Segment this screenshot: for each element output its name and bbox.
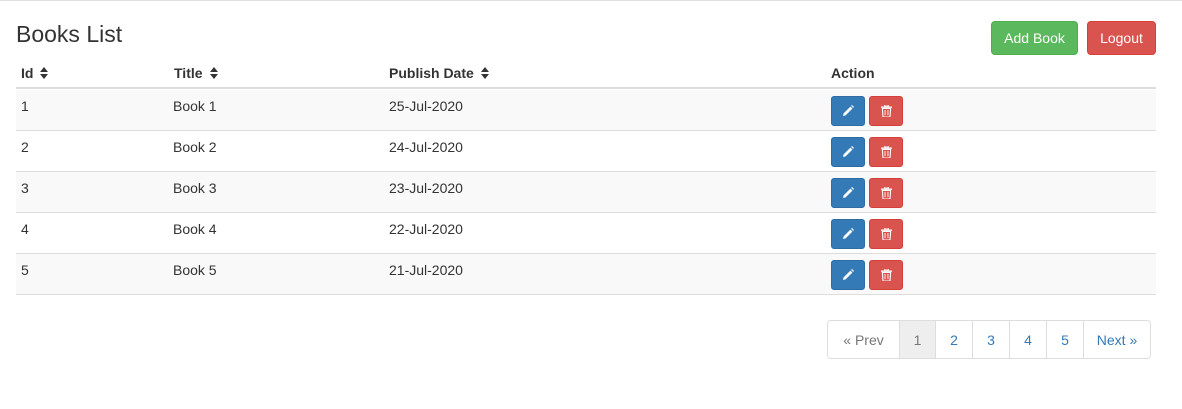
pagination: « Prev 1 2 3 4 5 Next » — [827, 320, 1151, 359]
trash-icon — [880, 146, 892, 158]
prev-page-link[interactable]: « Prev — [828, 321, 899, 358]
cell-title: Book 2 — [173, 139, 217, 155]
delete-button[interactable] — [869, 219, 903, 249]
edit-button[interactable] — [831, 260, 865, 290]
cell-title: Book 5 — [173, 262, 217, 278]
column-header-publish-date[interactable]: Publish Date — [389, 65, 490, 81]
table-row: 1 Book 1 25-Jul-2020 — [16, 90, 1156, 131]
cell-title: Book 3 — [173, 180, 217, 196]
cell-publish-date: 25-Jul-2020 — [389, 98, 463, 114]
table-header: Id Title Publish Date Action — [16, 56, 1156, 89]
page-title: Books List — [16, 21, 123, 47]
table-row: 3 Book 3 23-Jul-2020 — [16, 172, 1156, 213]
sort-icon[interactable] — [209, 67, 219, 79]
cell-publish-date: 21-Jul-2020 — [389, 262, 463, 278]
table-row: 2 Book 2 24-Jul-2020 — [16, 131, 1156, 172]
cell-id: 3 — [21, 180, 29, 196]
pencil-icon — [842, 228, 854, 240]
cell-title: Book 1 — [173, 98, 217, 114]
top-border — [0, 0, 1182, 1]
trash-icon — [880, 228, 892, 240]
cell-publish-date: 23-Jul-2020 — [389, 180, 463, 196]
column-header-title[interactable]: Title — [174, 65, 219, 81]
edit-button[interactable] — [831, 96, 865, 126]
trash-icon — [880, 269, 892, 281]
page-link-1[interactable]: 1 — [899, 321, 935, 358]
logout-button[interactable]: Logout — [1087, 21, 1156, 55]
column-header-label: Publish Date — [389, 65, 474, 81]
cell-id: 2 — [21, 139, 29, 155]
column-header-label: Title — [174, 65, 203, 81]
table-row: 4 Book 4 22-Jul-2020 — [16, 213, 1156, 254]
page-link-2[interactable]: 2 — [935, 321, 972, 358]
pencil-icon — [842, 187, 854, 199]
next-page-link[interactable]: Next » — [1083, 321, 1150, 358]
sort-icon[interactable] — [40, 67, 49, 79]
edit-button[interactable] — [831, 178, 865, 208]
cell-title: Book 4 — [173, 221, 217, 237]
pencil-icon — [842, 146, 854, 158]
pencil-icon — [842, 105, 854, 117]
delete-button[interactable] — [869, 178, 903, 208]
column-header-id[interactable]: Id — [21, 65, 49, 81]
cell-id: 4 — [21, 221, 29, 237]
add-book-button[interactable]: Add Book — [991, 21, 1078, 55]
page-link-3[interactable]: 3 — [972, 321, 1009, 358]
column-header-label: Id — [21, 65, 34, 81]
cell-publish-date: 24-Jul-2020 — [389, 139, 463, 155]
column-header-label: Action — [831, 65, 875, 81]
delete-button[interactable] — [869, 96, 903, 126]
delete-button[interactable] — [869, 260, 903, 290]
cell-id: 5 — [21, 262, 29, 278]
edit-button[interactable] — [831, 219, 865, 249]
pencil-icon — [842, 269, 854, 281]
trash-icon — [880, 105, 892, 117]
delete-button[interactable] — [869, 137, 903, 167]
cell-publish-date: 22-Jul-2020 — [389, 221, 463, 237]
sort-icon[interactable] — [480, 67, 490, 79]
cell-id: 1 — [21, 98, 29, 114]
page-link-5[interactable]: 5 — [1046, 321, 1083, 358]
edit-button[interactable] — [831, 137, 865, 167]
page-link-4[interactable]: 4 — [1009, 321, 1046, 358]
column-header-action: Action — [831, 65, 875, 81]
trash-icon — [880, 187, 892, 199]
table-row: 5 Book 5 21-Jul-2020 — [16, 254, 1156, 295]
